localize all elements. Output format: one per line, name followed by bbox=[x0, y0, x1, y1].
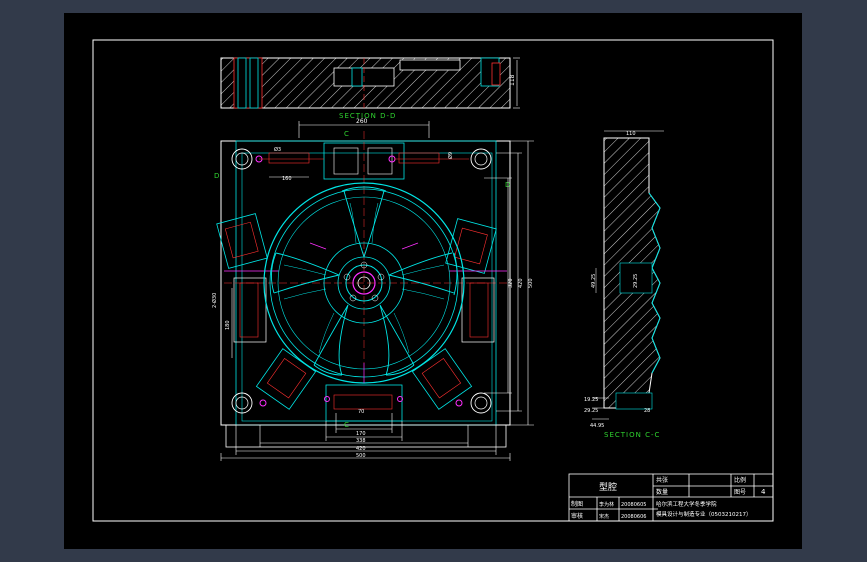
plan-view: 260 C D D 160 Ø3 Ø9 180 2-Ø30 500 420 32… bbox=[211, 118, 534, 461]
marker-d-left: D bbox=[214, 172, 219, 180]
dim-right-c: 320 bbox=[508, 278, 514, 288]
dim-left-a: 180 bbox=[225, 320, 231, 330]
title-school-line1: 哈尔滨工程大学冬季学院 bbox=[656, 500, 717, 508]
dim-side-top: 110 bbox=[626, 131, 636, 137]
dim-bottom-c: 338 bbox=[356, 438, 366, 444]
title-drawn-name: 李为林 bbox=[599, 501, 614, 508]
cad-drawing: 118 SECTION D-D 260 C D D 160 Ø3 Ø9 180 … bbox=[92, 39, 774, 522]
dim-section-height: 118 bbox=[509, 74, 516, 86]
title-drawn-label: 制图 bbox=[571, 500, 583, 508]
dim-side-mid2: 29.25 bbox=[633, 274, 639, 288]
title-weight-label: 共张 bbox=[656, 476, 668, 484]
dim-side-right: 28 bbox=[644, 408, 650, 414]
dim-side-mid1: 49.25 bbox=[591, 274, 597, 288]
marker-d-right: D bbox=[505, 181, 510, 189]
dim-side-bot3: 44.95 bbox=[590, 423, 604, 429]
dim-bottom-d: 420 bbox=[356, 446, 366, 452]
dim-bottom-e: 500 bbox=[356, 453, 366, 459]
dim-right-a: 500 bbox=[528, 278, 534, 288]
section-dd-view: 118 bbox=[220, 57, 520, 109]
dim-right-small: Ø9 bbox=[447, 152, 454, 159]
drawing-border bbox=[92, 39, 774, 522]
title-check-label: 审核 bbox=[571, 512, 583, 520]
title-sheet-no: 4 bbox=[761, 488, 766, 496]
title-sheet-label: 图号 bbox=[734, 489, 746, 496]
dim-right-b: 420 bbox=[518, 278, 524, 288]
marker-c-top: C bbox=[344, 130, 349, 138]
dim-bottom-a: 70 bbox=[358, 409, 364, 415]
section-dd-label: SECTION D-D bbox=[339, 112, 396, 120]
dim-bottom-b: 170 bbox=[356, 431, 366, 437]
title-school-line2: 模具设计与制造专业（0503210217） bbox=[656, 510, 752, 518]
drawing-sheet: 118 SECTION D-D 260 C D D 160 Ø3 Ø9 180 … bbox=[64, 13, 802, 549]
title-part-name: 型腔 bbox=[599, 481, 617, 493]
marker-c-bottom: C bbox=[344, 421, 349, 429]
title-qty-label: 数量 bbox=[656, 488, 668, 496]
title-check-date: 20080606 bbox=[621, 514, 646, 520]
title-drawn-date: 20080605 bbox=[621, 502, 646, 508]
dim-left-small: Ø3 bbox=[274, 146, 281, 153]
dim-left-b: 2-Ø30 bbox=[211, 293, 218, 308]
section-cc-view: 110 49.25 29.25 19.25 29.25 44.95 28 bbox=[584, 130, 664, 429]
dim-top-width: 260 bbox=[356, 118, 368, 125]
dim-side-bot2: 29.25 bbox=[584, 408, 598, 414]
title-scale-label: 比例 bbox=[734, 476, 746, 484]
section-cc-label: SECTION C-C bbox=[604, 431, 660, 439]
dim-top-inner: 160 bbox=[282, 176, 292, 182]
title-check-name: 宋杰 bbox=[599, 513, 609, 520]
dim-side-bot1: 19.25 bbox=[584, 397, 598, 403]
